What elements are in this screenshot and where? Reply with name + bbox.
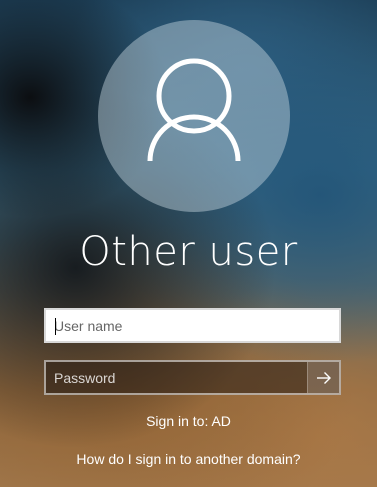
username-input[interactable] xyxy=(46,310,339,341)
arrow-right-icon xyxy=(316,371,331,384)
another-domain-help-link[interactable]: How do I sign in to another domain? xyxy=(0,451,377,467)
sign-in-domain-label: Sign in to: AD xyxy=(146,413,231,429)
user-display-name: Other user xyxy=(79,229,298,275)
person-outline-icon xyxy=(147,58,241,162)
password-field[interactable] xyxy=(44,360,341,395)
avatar xyxy=(98,20,290,212)
username-field[interactable] xyxy=(44,308,341,343)
text-cursor xyxy=(55,318,56,335)
password-input[interactable] xyxy=(46,362,308,393)
submit-button[interactable] xyxy=(307,362,339,393)
